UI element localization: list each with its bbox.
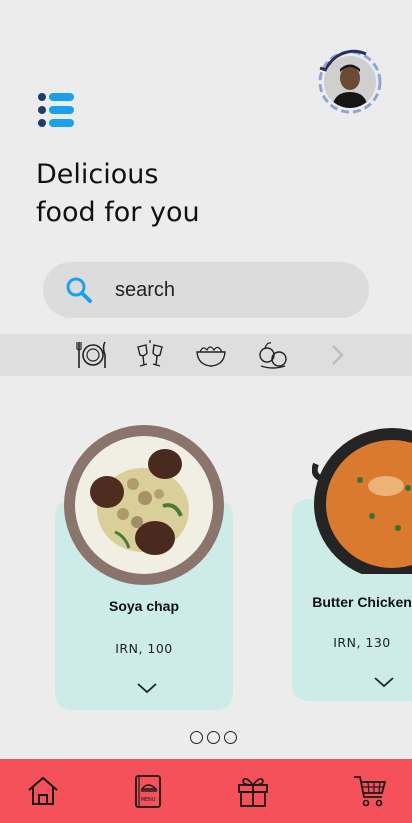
gift-icon (238, 777, 268, 807)
card-price: IRN, 130 (333, 635, 391, 650)
bottom-navigation: MENU (0, 759, 412, 823)
nav-gifts[interactable] (235, 773, 271, 809)
svg-text:MENU: MENU (141, 797, 156, 803)
food-dish-image (64, 425, 224, 585)
fruits-vegetables-icon (259, 342, 287, 369)
category-drinks[interactable] (134, 339, 166, 371)
food-card[interactable]: Soya chap IRN, 100 (55, 424, 233, 710)
category-fruits[interactable] (257, 339, 289, 371)
cheers-glasses-icon (137, 340, 163, 367)
food-card[interactable]: Butter Chicken IRN, 130 (292, 424, 412, 704)
nav-cart[interactable] (352, 773, 388, 809)
card-price: IRN, 100 (115, 641, 173, 656)
search-bar[interactable] (43, 262, 369, 318)
avatar (324, 56, 376, 108)
chevron-right-icon (332, 345, 344, 365)
search-icon (66, 277, 92, 303)
profile-avatar-button[interactable] (316, 48, 384, 116)
title-line-1: Delicious (36, 159, 159, 190)
shopping-cart-icon (354, 776, 387, 807)
nav-home[interactable] (25, 773, 61, 809)
page-title: Delicious food for you (36, 156, 296, 232)
pagination-dot[interactable] (207, 731, 220, 744)
plate-cutlery-icon (76, 341, 106, 368)
menu-book-icon: MENU (135, 775, 161, 808)
home-icon (28, 776, 58, 805)
category-salad[interactable] (195, 339, 227, 371)
card-title: Butter Chicken (312, 594, 412, 610)
chevron-down-icon[interactable] (372, 674, 396, 690)
salad-bowl-icon (196, 346, 226, 367)
food-dish-image (312, 428, 412, 574)
menu-button[interactable] (36, 92, 76, 132)
category-dining[interactable] (75, 339, 107, 371)
card-title: Soya chap (108, 598, 180, 614)
nav-menu[interactable]: MENU (130, 773, 166, 809)
chevron-down-icon[interactable] (135, 680, 159, 696)
list-menu-icon (38, 93, 74, 127)
category-strip (0, 334, 412, 376)
title-line-2: food for you (36, 197, 200, 228)
pagination-dot[interactable] (190, 731, 203, 744)
categories-next-button[interactable] (322, 339, 354, 371)
pagination-dot[interactable] (224, 731, 237, 744)
carousel-pagination (190, 731, 237, 744)
search-input[interactable] (115, 278, 315, 302)
